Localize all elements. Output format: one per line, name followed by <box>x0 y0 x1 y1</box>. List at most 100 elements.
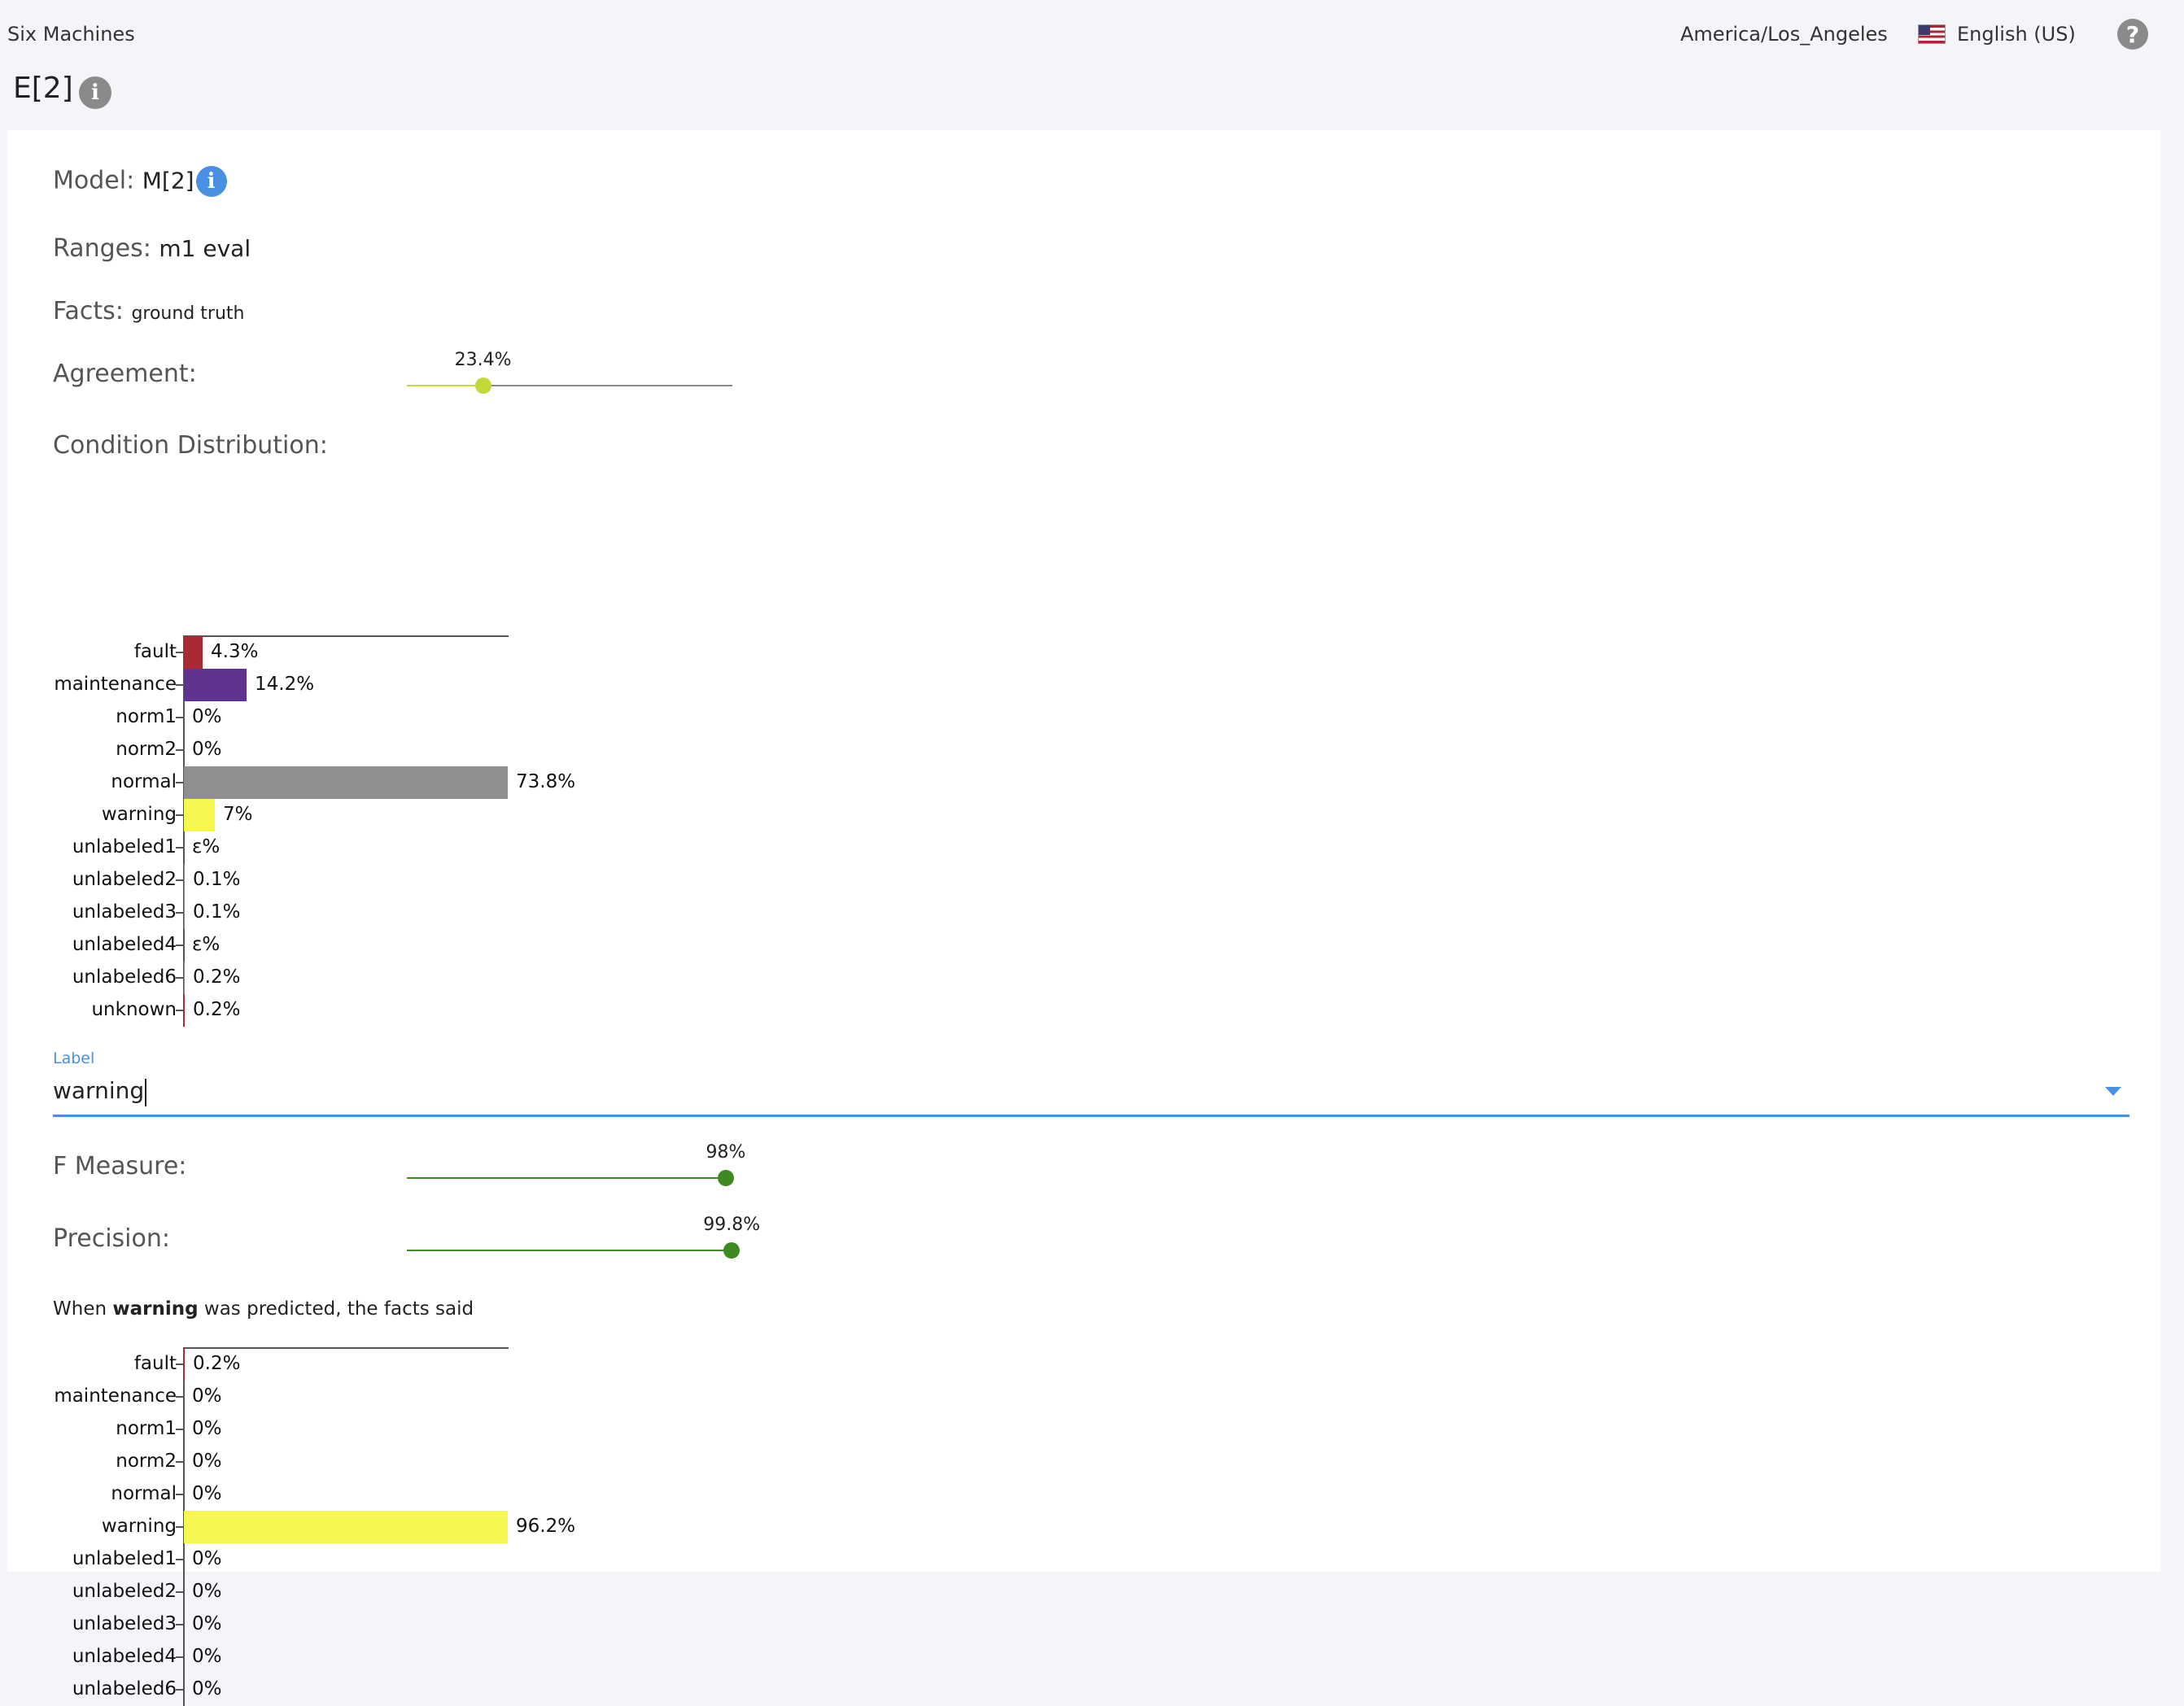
bar-category-label: unlabeled1 <box>72 836 177 857</box>
bar-tick <box>176 1526 183 1528</box>
bar-warning <box>184 1511 508 1543</box>
bar-row: norm2 0% <box>7 1446 658 1478</box>
bar-tick <box>176 1656 183 1658</box>
bar-category-label: unlabeled6 <box>72 966 177 988</box>
bar-tick <box>176 1689 183 1691</box>
dropdown-arrow-icon[interactable] <box>2105 1087 2121 1096</box>
bar-row: unlabeled2 0% <box>7 1576 658 1608</box>
bar-value-label: 0% <box>192 1418 222 1439</box>
bar-row: unlabeled2 0.1% <box>7 864 658 897</box>
bar-unknown <box>184 994 185 1027</box>
bar-row: norm1 0% <box>7 1413 658 1446</box>
bar-category-label: fault <box>133 641 177 662</box>
bar-row: unlabeled1 ε% <box>7 831 658 864</box>
bar-category-label: norm2 <box>116 1451 177 1472</box>
evaluation-card: Model: M[2] i Ranges: m1 eval Facts: grou… <box>7 130 2160 1706</box>
top-bar: Six Machines America/Los_Angeles English… <box>0 0 2184 68</box>
bar-row: unlabeled1 0% <box>7 1543 658 1576</box>
label-select[interactable]: Label warning <box>53 1049 2129 1118</box>
f-measure-fill <box>407 1177 726 1179</box>
bar-value-label: 0% <box>192 706 222 727</box>
bar-row: warning 96.2% <box>7 1511 658 1543</box>
bar-category-label: unknown <box>91 999 177 1020</box>
bar-tick <box>176 1624 183 1625</box>
bar-row: unknown 0.2% <box>7 994 658 1027</box>
bar-fault <box>184 636 203 669</box>
model-row: Model: M[2] i <box>53 166 227 197</box>
bar-tick <box>176 1429 183 1430</box>
f-measure-slider: 98% <box>407 1142 745 1186</box>
bar-value-label: 0% <box>192 1581 222 1602</box>
bar-maintenance <box>184 669 247 701</box>
agreement-label: Agreement: <box>53 360 197 388</box>
bar-value-label: 14.2% <box>255 674 315 695</box>
bar-row: maintenance 0% <box>7 1381 658 1413</box>
text-caret <box>145 1079 146 1106</box>
bar-category-label: unlabeled3 <box>72 901 177 923</box>
bar-row: warning 7% <box>7 799 658 831</box>
bar-category-label: unlabeled6 <box>72 1678 177 1699</box>
bar-value-label: 0% <box>192 1646 222 1667</box>
model-label: Model: <box>53 166 135 195</box>
bar-category-label: unlabeled2 <box>72 1581 177 1602</box>
info-icon[interactable]: i <box>79 76 111 109</box>
ranges-value: m1 eval <box>159 235 251 262</box>
agreement-percent: 23.4% <box>454 350 512 370</box>
agreement-slider: 23.4% <box>407 350 732 394</box>
bar-row: maintenance 14.2% <box>7 669 658 701</box>
help-icon[interactable]: ? <box>2117 19 2148 50</box>
facts-distribution-chart: fault 0.2% maintenance 0% norm1 0% norm2 0% norm… <box>7 1216 658 1706</box>
bar-tick <box>176 717 183 718</box>
bar-row: unlabeled4 0% <box>7 1641 658 1673</box>
bar-category-label: normal <box>111 771 177 792</box>
bar-category-label: unlabeled4 <box>72 934 177 955</box>
model-info-icon[interactable]: i <box>195 166 227 197</box>
bar-tick <box>176 782 183 783</box>
bar-category-label: normal <box>111 1483 177 1504</box>
bar-value-label: 7% <box>223 804 253 825</box>
ranges-row: Ranges: m1 eval <box>53 234 251 263</box>
bar-tick <box>176 1461 183 1463</box>
bar-row: unlabeled4 ε% <box>7 929 658 962</box>
bar-tick <box>176 652 183 653</box>
bar-fault <box>184 1348 185 1381</box>
bar-tick <box>176 1494 183 1495</box>
bar-normal <box>184 766 508 799</box>
bar-category-label: norm2 <box>116 739 177 760</box>
bar-value-label: 0% <box>192 1548 222 1569</box>
bar-row: fault 4.3% <box>7 636 658 669</box>
bar-value-label: 0% <box>192 1483 222 1504</box>
us-flag-icon <box>1918 24 1946 44</box>
bar-tick <box>176 847 183 849</box>
bar-tick <box>176 749 183 751</box>
bar-category-label: maintenance <box>54 1385 177 1407</box>
bar-row: unlabeled6 0% <box>7 1673 658 1706</box>
bar-value-label: 0.1% <box>193 869 241 890</box>
timezone-selector[interactable]: America/Los_Angeles <box>1680 23 1888 46</box>
label-input[interactable]: warning <box>53 1077 144 1104</box>
language-label: English (US) <box>1957 23 2076 46</box>
bar-row: norm1 0% <box>7 701 658 734</box>
f-measure-percent: 98% <box>705 1142 746 1163</box>
bar-value-label: 0% <box>192 1451 222 1472</box>
bar-tick <box>176 879 183 881</box>
agreement-fill <box>407 385 483 386</box>
label-caption: Label <box>53 1049 95 1067</box>
bar-category-label: unlabeled3 <box>72 1613 177 1634</box>
bar-value-label: 0.1% <box>193 901 241 923</box>
label-underline <box>53 1115 2129 1117</box>
bar-row: unlabeled3 0% <box>7 1608 658 1641</box>
bar-row: normal 73.8% <box>7 766 658 799</box>
condition-distribution-label: Condition Distribution: <box>53 431 328 460</box>
language-selector[interactable]: English (US) <box>1918 23 2076 46</box>
bar-value-label: 0.2% <box>193 999 241 1020</box>
brand-name[interactable]: Six Machines <box>7 23 135 46</box>
facts-label: Facts: <box>53 297 124 325</box>
bar-value-label: ε% <box>192 836 221 857</box>
facts-value: ground truth <box>131 303 245 324</box>
f-measure-thumb <box>718 1170 734 1186</box>
bar-category-label: unlabeled2 <box>72 869 177 890</box>
bar-value-label: 73.8% <box>516 771 576 792</box>
bar-row: normal 0% <box>7 1478 658 1511</box>
bar-tick <box>176 684 183 686</box>
